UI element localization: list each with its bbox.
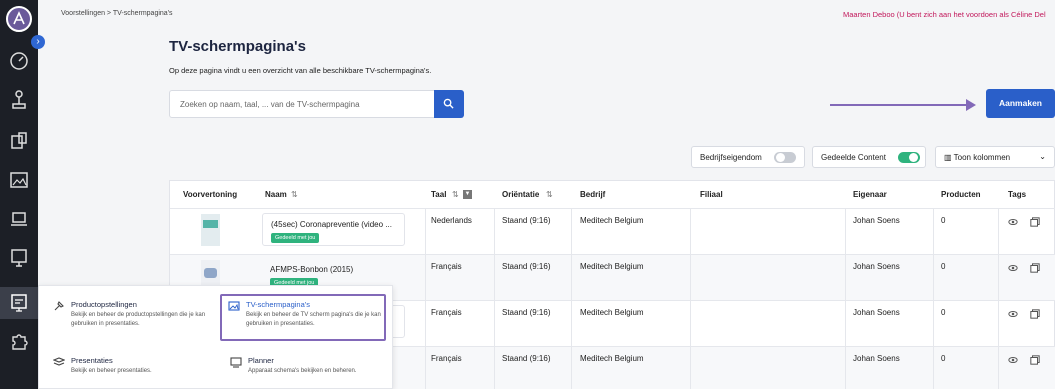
copy-icon[interactable] xyxy=(1030,355,1040,365)
page-subtitle: Op deze pagina vindt u een overzicht van… xyxy=(169,66,432,75)
owner-cell: Johan Soens xyxy=(853,216,900,225)
col-header-tags: Tags xyxy=(1008,190,1027,199)
copy-icon[interactable] xyxy=(1030,217,1040,227)
col-header-branch: Filiaal xyxy=(700,190,723,199)
copy-icon[interactable] xyxy=(1030,309,1040,319)
col-header-name[interactable]: Naam xyxy=(265,190,287,199)
menu-item-tv-schermpaginas[interactable]: TV-schermpagina's Bekijk en beheer de TV… xyxy=(228,300,388,340)
create-button[interactable]: Aanmaken xyxy=(986,89,1055,118)
columns-icon: ▥ xyxy=(944,153,952,162)
menu-item-productopstellingen[interactable]: Productopstellingen Bekijk en beheer de … xyxy=(53,300,223,340)
eye-icon[interactable] xyxy=(1008,355,1018,365)
orientation-cell: Staand (9:16) xyxy=(502,308,551,317)
search-button[interactable] xyxy=(434,90,464,118)
col-header-owner: Eigenaar xyxy=(853,190,887,199)
preview-thumbnail xyxy=(201,214,220,246)
layers-icon xyxy=(53,357,65,366)
company-cell: Meditech Belgium xyxy=(580,308,644,317)
search-icon xyxy=(443,98,454,109)
dashboard-icon[interactable] xyxy=(7,49,31,73)
menu-item-title: Planner xyxy=(248,356,274,365)
menu-item-title: Presentaties xyxy=(71,356,113,365)
sort-icon[interactable]: ⇅ xyxy=(452,190,459,199)
sidebar: › xyxy=(0,0,45,389)
page-name: (45sec) Coronapreventie (video ... xyxy=(271,220,392,229)
planner-icon xyxy=(230,357,242,368)
col-header-preview: Voorvertoning xyxy=(183,190,238,199)
image-icon xyxy=(228,301,240,311)
products-icon[interactable] xyxy=(7,128,31,152)
joystick-icon[interactable] xyxy=(7,88,31,112)
orientation-cell: Staand (9:16) xyxy=(502,354,551,363)
impersonation-warning: Maarten Deboo (U bent zich aan het voord… xyxy=(843,10,1046,19)
puzzle-icon[interactable] xyxy=(7,329,31,353)
menu-item-planner[interactable]: Planner Apparaat schema's bekijken en be… xyxy=(230,356,390,380)
company-cell: Meditech Belgium xyxy=(580,216,644,225)
company-cell: Meditech Belgium xyxy=(580,262,644,271)
menu-item-title: TV-schermpagina's xyxy=(246,300,310,309)
toggle-off[interactable] xyxy=(774,152,796,163)
menu-item-presentaties[interactable]: Presentaties Bekijk en beheer presentati… xyxy=(53,356,223,380)
company-owned-label: Bedrijfseigendom xyxy=(700,153,762,162)
search-input[interactable]: Zoeken op naam, taal, ... van de TV-sche… xyxy=(169,90,435,118)
toggle-on[interactable] xyxy=(898,152,920,163)
menu-item-description: Bekijk en beheer de TV scherm pagina's d… xyxy=(246,312,381,327)
presentations-menu: Productopstellingen Bekijk en beheer de … xyxy=(38,285,393,389)
arrow-annotation-icon xyxy=(830,99,976,111)
language-cell: Français xyxy=(431,262,462,271)
filter-icon[interactable]: ▼ xyxy=(463,190,472,199)
name-cell[interactable]: (45sec) Coronapreventie (video ... Gedee… xyxy=(262,213,405,246)
products-cell: 0 xyxy=(941,354,946,363)
language-cell: Nederlands xyxy=(431,216,472,225)
sort-icon[interactable]: ⇅ xyxy=(291,190,298,199)
table-row[interactable]: (45sec) Coronapreventie (video ... Gedee… xyxy=(170,209,1055,254)
col-header-products: Producten xyxy=(941,190,981,199)
owner-cell: Johan Soens xyxy=(853,354,900,363)
menu-item-title: Productopstellingen xyxy=(71,300,137,309)
gallery-icon[interactable] xyxy=(7,168,31,192)
col-header-orientation[interactable]: Oriëntatie xyxy=(502,190,539,199)
expand-sidebar-button[interactable]: › xyxy=(31,35,45,49)
language-cell: Français xyxy=(431,354,462,363)
presentation-icon[interactable] xyxy=(7,291,31,315)
products-cell: 0 xyxy=(941,308,946,317)
monitor-icon[interactable] xyxy=(7,246,31,270)
shared-content-toggle[interactable]: Gedeelde Content xyxy=(812,146,926,168)
products-cell: 0 xyxy=(941,216,946,225)
sort-icon[interactable]: ⇅ xyxy=(546,190,553,199)
owner-cell: Johan Soens xyxy=(853,262,900,271)
company-owned-toggle[interactable]: Bedrijfseigendom xyxy=(691,146,805,168)
orientation-cell: Staand (9:16) xyxy=(502,216,551,225)
products-cell: 0 xyxy=(941,262,946,271)
show-columns-dropdown[interactable]: ▥ Toon kolommen ⌄ xyxy=(935,146,1055,168)
menu-item-description: Bekijk en beheer de productopstellingen … xyxy=(71,312,206,327)
show-columns-label: Toon kolommen xyxy=(953,153,1011,162)
breadcrumb[interactable]: Voorstellingen > TV-schermpagina's xyxy=(61,10,173,17)
shared-content-label: Gedeelde Content xyxy=(821,153,886,162)
app-logo[interactable] xyxy=(6,6,32,32)
menu-item-description: Apparaat schema's bekijken en beheren. xyxy=(248,368,357,374)
eye-icon[interactable] xyxy=(1008,309,1018,319)
menu-item-description: Bekijk en beheer presentaties. xyxy=(71,368,152,374)
col-header-language[interactable]: Taal xyxy=(431,190,446,199)
laptop-icon[interactable] xyxy=(7,207,31,231)
eye-icon[interactable] xyxy=(1008,263,1018,273)
col-header-company: Bedrijf xyxy=(580,190,606,199)
page-title: TV-schermpagina's xyxy=(169,38,306,55)
language-cell: Français xyxy=(431,308,462,317)
copy-icon[interactable] xyxy=(1030,263,1040,273)
owner-cell: Johan Soens xyxy=(853,308,900,317)
company-cell: Meditech Belgium xyxy=(580,354,644,363)
shared-badge: Gedeeld met jou xyxy=(271,233,320,243)
chevron-down-icon: ⌄ xyxy=(1039,152,1046,161)
orientation-cell: Staand (9:16) xyxy=(502,262,551,271)
pin-icon xyxy=(54,301,64,311)
eye-icon[interactable] xyxy=(1008,217,1018,227)
page-name: AFMPS-Bonbon (2015) xyxy=(270,265,354,274)
